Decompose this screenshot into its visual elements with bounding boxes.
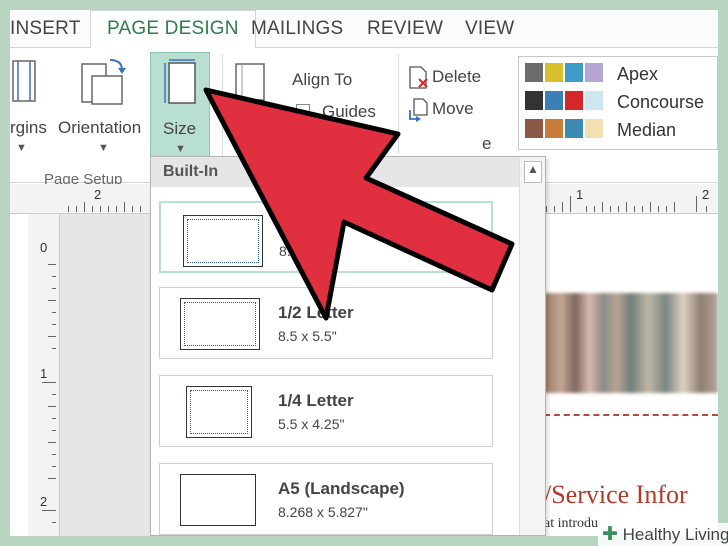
watermark: ✚ Healthy Living [598,523,728,546]
plus-icon: ✚ [602,524,618,545]
pointer-arrow-icon [203,87,515,321]
watermark-label: Healthy Living [622,525,728,544]
